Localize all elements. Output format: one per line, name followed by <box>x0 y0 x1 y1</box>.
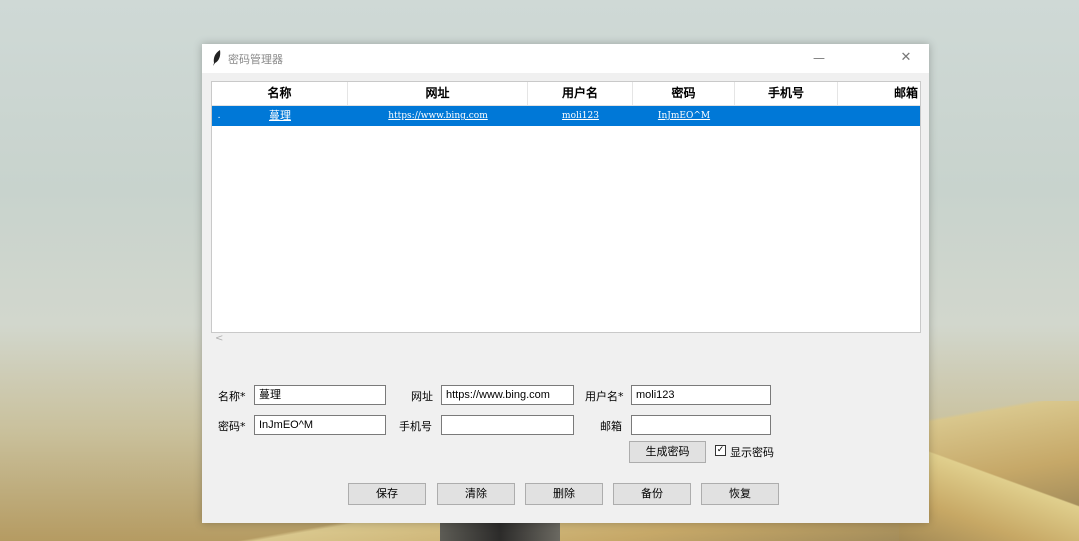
password-manager-window: 密码管理器 — ✕ 名称 网址 用户名 密码 手机号 邮箱 . 蔓理 https… <box>202 44 929 523</box>
username-label: 用户名* <box>585 390 624 403</box>
generate-password-button[interactable]: 生成密码 <box>629 441 706 463</box>
cell-username[interactable]: moli123 <box>528 106 633 126</box>
column-header-url[interactable]: 网址 <box>348 82 528 105</box>
restore-button[interactable]: 恢复 <box>701 483 779 505</box>
title-bar[interactable]: 密码管理器 — ✕ <box>202 44 929 73</box>
clear-button[interactable]: 清除 <box>437 483 515 505</box>
password-label: 密码* <box>218 420 246 433</box>
cell-password[interactable]: InJmEO^M <box>633 106 735 126</box>
window-title: 密码管理器 <box>228 53 283 66</box>
minimize-button[interactable]: — <box>805 48 833 68</box>
column-header-username[interactable]: 用户名 <box>528 82 633 105</box>
backup-button[interactable]: 备份 <box>613 483 691 505</box>
column-header-phone[interactable]: 手机号 <box>735 82 838 105</box>
name-field[interactable]: 蔓理 <box>254 385 386 405</box>
name-label: 名称* <box>218 390 246 403</box>
cell-url[interactable]: https://www.bing.com <box>348 106 528 126</box>
username-field[interactable]: moli123 <box>631 385 771 405</box>
show-password-label[interactable]: 显示密码 <box>730 444 774 460</box>
email-label: 邮箱 <box>600 420 622 433</box>
column-header-password[interactable]: 密码 <box>633 82 735 105</box>
phone-label: 手机号 <box>399 420 432 433</box>
close-button[interactable]: ✕ <box>892 48 920 68</box>
scroll-left-arrow[interactable]: < <box>215 333 223 344</box>
table-header: 名称 网址 用户名 密码 手机号 邮箱 <box>212 82 920 106</box>
password-table[interactable]: 名称 网址 用户名 密码 手机号 邮箱 . 蔓理 https://www.bin… <box>211 81 921 333</box>
show-password-checkbox[interactable]: ✓ <box>715 445 726 456</box>
column-header-email[interactable]: 邮箱 <box>838 82 920 105</box>
column-header-name[interactable]: 名称 <box>212 82 348 105</box>
email-field[interactable] <box>631 415 771 435</box>
cell-name[interactable]: 蔓理 <box>212 106 348 126</box>
phone-field[interactable] <box>441 415 574 435</box>
table-row[interactable]: . 蔓理 https://www.bing.com moli123 InJmEO… <box>212 106 920 126</box>
url-label: 网址 <box>411 390 433 403</box>
password-field[interactable]: InJmEO^M <box>254 415 386 435</box>
save-button[interactable]: 保存 <box>348 483 426 505</box>
cell-email[interactable] <box>838 106 920 126</box>
delete-button[interactable]: 删除 <box>525 483 603 505</box>
feather-icon <box>213 50 221 66</box>
cell-phone[interactable] <box>735 106 838 126</box>
url-field[interactable]: https://www.bing.com <box>441 385 574 405</box>
